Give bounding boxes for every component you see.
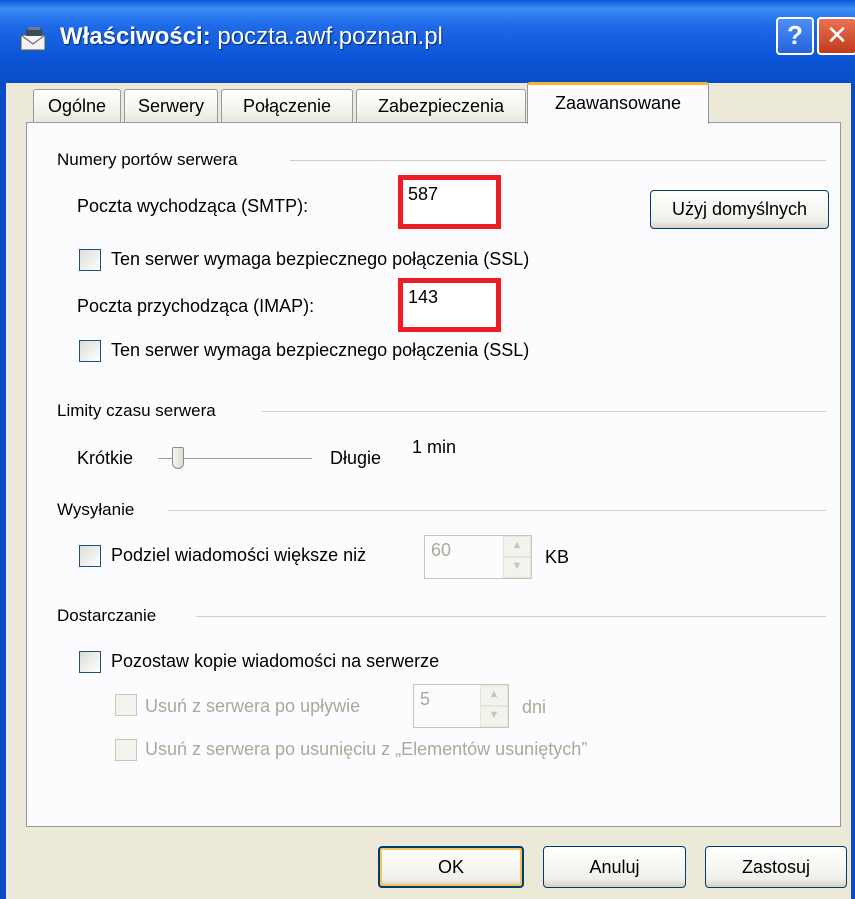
imap-port-highlight	[398, 278, 501, 332]
remove-after-down-icon[interactable]: ▼	[480, 706, 508, 727]
remove-after-spinner[interactable]: 5 ▲ ▼	[413, 684, 509, 728]
remove-deleted-checkbox[interactable]	[115, 739, 137, 761]
split-size-down-icon[interactable]: ▼	[503, 557, 531, 578]
imap-port-label: Poczta przychodząca (IMAP):	[77, 296, 315, 316]
keep-copies-label: Pozostaw kopie wiadomości na serwerze	[111, 651, 440, 671]
ports-group-divider	[290, 160, 826, 161]
timeout-group-divider	[262, 411, 826, 412]
smtp-ssl-label: Ten serwer wymaga bezpiecznego połączeni…	[111, 249, 530, 269]
remove-after-up-icon[interactable]: ▲	[480, 685, 508, 706]
smtp-port-label: Poczta wychodząca (SMTP):	[77, 196, 309, 216]
keep-copies-checkbox[interactable]	[79, 651, 101, 673]
use-defaults-button[interactable]: Użyj domyślnych	[650, 190, 829, 229]
split-messages-checkbox[interactable]	[79, 545, 101, 567]
smtp-port-highlight	[398, 175, 501, 229]
remove-after-value: 5	[420, 689, 431, 709]
split-messages-label: Podziel wiadomości większe niż	[111, 545, 367, 565]
delivery-group-divider	[196, 616, 826, 617]
timeout-group-title: Limity czasu serwera	[57, 401, 216, 420]
split-size-up-icon[interactable]: ▲	[503, 536, 531, 557]
ok-button[interactable]: OK	[378, 846, 524, 888]
delivery-group-title: Dostarczanie	[57, 606, 157, 625]
split-size-value: 60	[431, 540, 452, 560]
imap-ssl-checkbox[interactable]	[79, 340, 101, 362]
remove-deleted-label: Usuń z serwera po usunięciu z „Elementów…	[145, 739, 588, 759]
split-size-unit: KB	[545, 547, 570, 567]
sending-group-divider	[168, 510, 826, 511]
timeout-long-label: Długie	[330, 448, 382, 468]
remove-after-unit: dni	[522, 697, 547, 717]
remove-after-checkbox[interactable]	[115, 694, 137, 716]
remove-after-label: Usuń z serwera po upływie	[145, 696, 361, 716]
timeout-short-label: Krótkie	[77, 448, 134, 468]
cancel-button[interactable]: Anuluj	[543, 846, 686, 888]
sending-group-title: Wysyłanie	[57, 500, 135, 519]
smtp-ssl-checkbox[interactable]	[79, 249, 101, 271]
ports-group-title: Numery portów serwera	[57, 150, 238, 169]
split-size-spinner[interactable]: 60 ▲ ▼	[424, 535, 532, 579]
apply-button[interactable]: Zastosuj	[705, 846, 847, 888]
timeout-value: 1 min	[412, 437, 457, 457]
timeout-slider-thumb[interactable]	[172, 447, 185, 469]
imap-ssl-label: Ten serwer wymaga bezpiecznego połączeni…	[111, 340, 530, 360]
